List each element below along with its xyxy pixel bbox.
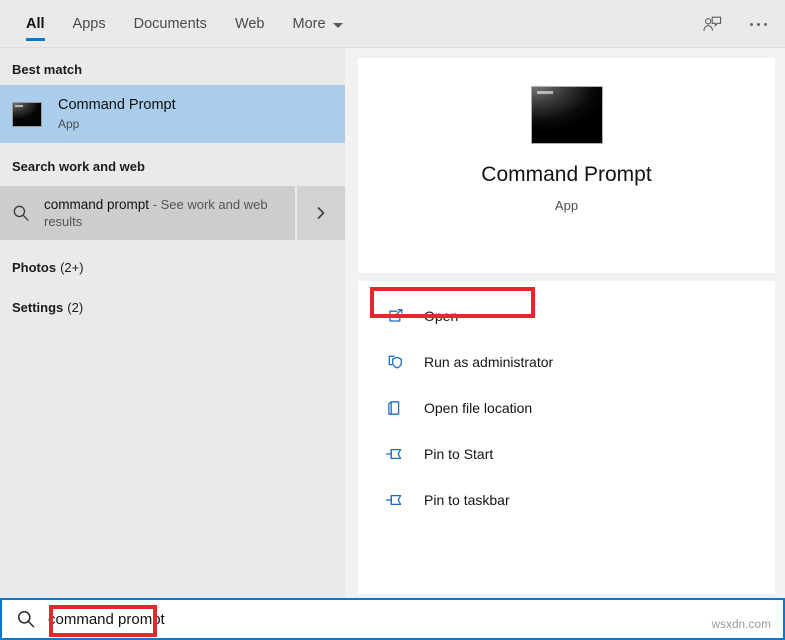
tab-documents[interactable]: Documents	[120, 0, 221, 48]
search-icon	[16, 609, 36, 629]
chevron-right-icon[interactable]	[295, 186, 345, 240]
tab-apps[interactable]: Apps	[59, 0, 120, 48]
tab-documents-label: Documents	[133, 16, 207, 32]
category-settings-count: (2)	[67, 299, 84, 315]
action-open-file-location-label: Open file location	[424, 399, 533, 416]
command-prompt-icon	[12, 101, 42, 127]
watermark: wsxdn.com	[711, 619, 771, 631]
ellipsis-dots	[749, 22, 767, 26]
header-actions	[699, 0, 771, 48]
category-photos-label: Photos	[12, 259, 57, 275]
web-search-query: command prompt	[44, 197, 150, 212]
tab-all[interactable]: All	[12, 0, 59, 48]
best-match-result-command-prompt[interactable]: Command Prompt App	[0, 85, 345, 143]
pin-icon	[384, 443, 406, 465]
preview-panel: Command Prompt App Open Run as administr…	[345, 48, 785, 598]
ellipsis-icon[interactable]	[745, 11, 771, 37]
best-match-title: Command Prompt	[58, 97, 176, 113]
preview-app-title: Command Prompt	[481, 163, 652, 186]
preview-app-type: App	[554, 198, 579, 213]
chevron-down-icon	[332, 22, 343, 28]
tab-all-label: All	[26, 16, 45, 32]
tab-apps-label: Apps	[72, 16, 106, 32]
web-search-result-text: command prompt - See work and web result…	[44, 196, 289, 230]
best-match-text: Command Prompt App	[58, 97, 176, 131]
tab-more-label: More	[292, 16, 326, 32]
web-search-result[interactable]: command prompt - See work and web result…	[0, 186, 295, 240]
shield-icon	[384, 351, 406, 373]
best-match-subtitle: App	[58, 117, 80, 131]
tab-more[interactable]: More	[279, 0, 357, 48]
preview-header-card: Command Prompt App	[358, 58, 775, 273]
web-search-result-row[interactable]: command prompt - See work and web result…	[0, 186, 345, 240]
category-photos-count: (2+)	[60, 259, 84, 275]
action-pin-to-start[interactable]: Pin to Start	[358, 435, 775, 472]
action-pin-to-taskbar[interactable]: Pin to taskbar	[358, 481, 775, 518]
folder-open-icon	[384, 397, 406, 419]
tab-active-indicator	[26, 38, 45, 41]
preview-actions-card: Open Run as administrator Open file loca…	[358, 281, 775, 594]
command-prompt-icon	[530, 86, 603, 144]
action-open-file-location[interactable]: Open file location	[358, 389, 775, 426]
open-external-icon	[384, 305, 406, 327]
filter-tabs: All Apps Documents Web More	[12, 0, 357, 48]
action-pin-to-taskbar-label: Pin to taskbar	[424, 491, 510, 508]
action-pin-to-start-label: Pin to Start	[424, 445, 494, 462]
best-match-section-label: Best match	[12, 62, 83, 77]
tab-web[interactable]: Web	[221, 0, 279, 48]
action-open-label: Open	[424, 307, 459, 324]
action-run-as-administrator[interactable]: Run as administrator	[358, 343, 775, 380]
search-bar[interactable]: wsxdn.com	[0, 598, 785, 640]
pin-icon	[384, 489, 406, 511]
results-list-panel: Best match Command Prompt App Search wor…	[0, 48, 345, 598]
action-open[interactable]: Open	[358, 297, 775, 334]
category-settings[interactable]: Settings (2)	[0, 292, 345, 322]
search-header: All Apps Documents Web More	[0, 0, 785, 48]
search-icon	[12, 204, 30, 222]
search-results-window: All Apps Documents Web More Best match C…	[0, 0, 785, 640]
person-feedback-icon[interactable]	[699, 11, 725, 37]
category-photos[interactable]: Photos (2+)	[0, 252, 345, 282]
search-web-section-label: Search work and web	[12, 159, 145, 174]
action-run-as-administrator-label: Run as administrator	[424, 353, 554, 370]
category-settings-label: Settings	[12, 299, 64, 315]
search-input[interactable]	[48, 607, 783, 631]
tab-web-label: Web	[234, 16, 265, 32]
